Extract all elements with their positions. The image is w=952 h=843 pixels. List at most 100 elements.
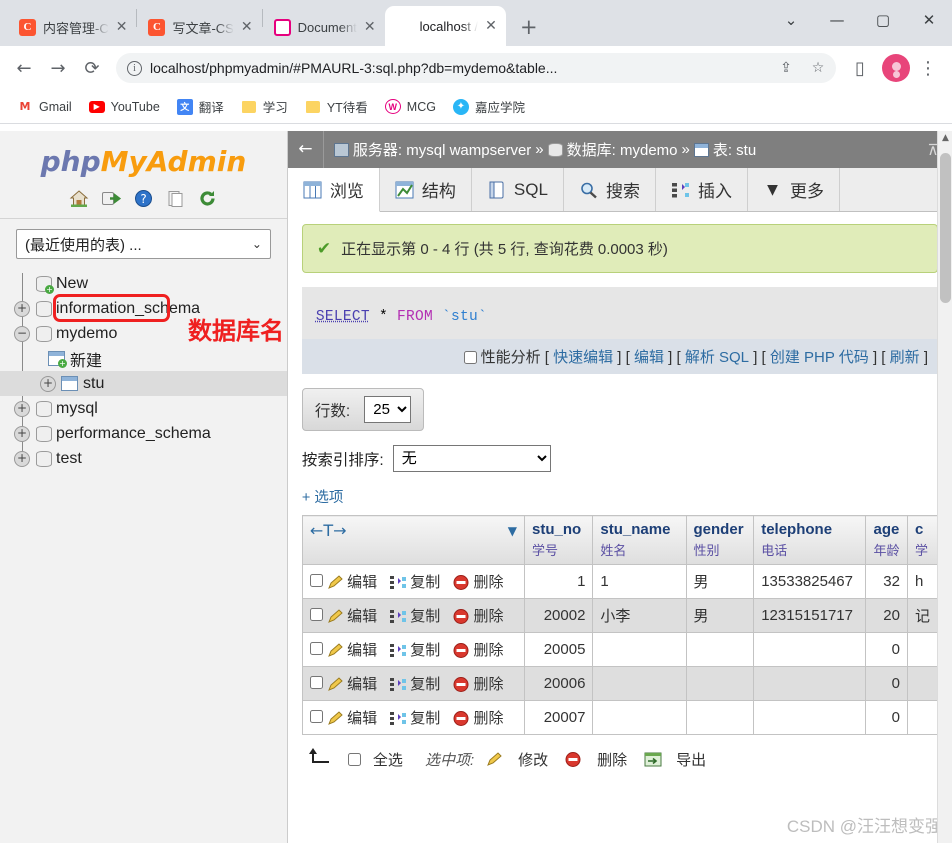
row-checkbox[interactable] (309, 608, 323, 621)
delete-link[interactable]: 删除 (473, 608, 503, 625)
tree-item-test[interactable]: + test (0, 446, 287, 471)
copy-link[interactable]: 复制 (410, 676, 440, 693)
th-telephone[interactable]: telephone 电话 (753, 515, 867, 565)
delete-link[interactable]: 删除 (473, 710, 503, 727)
edit-pencil-icon[interactable] (486, 751, 503, 767)
delete-icon[interactable] (453, 677, 470, 692)
delete-icon[interactable] (453, 575, 470, 590)
close-icon[interactable]: ✕ (485, 19, 497, 33)
home-icon[interactable] (69, 188, 90, 209)
link-inline-edit[interactable]: 快速编辑 (553, 349, 613, 366)
close-icon[interactable]: ✕ (364, 20, 376, 34)
th-age[interactable]: age 年龄 (865, 515, 908, 565)
link-explain-sql[interactable]: 解析 SQL (685, 349, 749, 366)
sort-index-select[interactable]: 无 (392, 445, 551, 472)
bookmark-folder-yt[interactable]: YT待看 (298, 94, 375, 119)
tab-more[interactable]: ▼ 更多 (748, 168, 840, 211)
link-create-php[interactable]: 创建 PHP 代码 (770, 349, 869, 366)
options-toggle[interactable]: + 选项 (302, 486, 938, 507)
avatar[interactable] (882, 54, 910, 82)
edit-link[interactable]: 编辑 (347, 676, 377, 693)
copy-link[interactable]: 复制 (410, 608, 440, 625)
export-link[interactable]: 导出 (676, 749, 706, 770)
bookmark-gmail[interactable]: M Gmail (10, 96, 79, 118)
browser-tab-4-active[interactable]: PMA localhost / ✕ (384, 6, 506, 46)
row-checkbox[interactable] (309, 676, 323, 689)
phpmyadmin-logo[interactable]: phpMyAdmin (0, 139, 287, 180)
bookmark-star-icon[interactable]: ☆ (806, 56, 830, 80)
sort-arrows[interactable]: ←T→ (310, 521, 347, 540)
tree-item-new-table[interactable]: + 新建 (0, 346, 287, 371)
link-refresh[interactable]: 刷新 (890, 349, 920, 366)
table-row[interactable]: 编辑 复制 删除 20007 0 (301, 700, 939, 735)
scroll-up-arrow-icon[interactable]: ▲ (938, 133, 952, 149)
bookmark-mcg[interactable]: W MCG (378, 96, 443, 117)
th-gender[interactable]: gender 性别 (685, 515, 755, 565)
tab-sql[interactable]: SQL (472, 168, 564, 211)
tree-item-performance-schema[interactable]: + performance_schema (0, 421, 287, 446)
table-row[interactable]: 编辑 复制 删除 20005 0 (301, 632, 939, 667)
close-icon[interactable]: ✕ (241, 20, 253, 34)
browser-tab-1[interactable]: C 内容管理-C ✕ (8, 8, 136, 46)
edit-pencil-icon[interactable] (327, 609, 344, 624)
copy-icon[interactable] (390, 643, 407, 658)
reload-icon[interactable] (197, 188, 218, 209)
expand-icon[interactable]: + (14, 425, 30, 442)
scrollbar-thumb[interactable] (940, 153, 951, 303)
edit-link[interactable]: 编辑 (347, 574, 377, 591)
link-edit[interactable]: 编辑 (634, 349, 664, 366)
row-checkbox[interactable] (309, 574, 323, 587)
table-row[interactable]: 编辑 复制 删除 20006 0 (301, 666, 939, 701)
copy-link[interactable]: 复制 (410, 642, 440, 659)
table-row[interactable]: 编辑 复制 删除 1 1 男 13533825467 32 h (301, 564, 939, 599)
browser-menu-icon[interactable]: ⋮ (912, 52, 944, 84)
recent-tables-select[interactable]: (最近使用的表) ... ⌄ (16, 229, 271, 259)
help-icon[interactable]: ? (133, 188, 154, 209)
maximize-button[interactable]: ▢ (860, 0, 906, 40)
close-window-button[interactable]: ✕ (906, 0, 952, 40)
change-link[interactable]: 修改 (518, 749, 548, 770)
check-all-checkbox[interactable] (347, 752, 361, 766)
expand-icon[interactable]: + (40, 375, 56, 392)
tab-browse[interactable]: 浏览 (287, 168, 380, 212)
browser-tab-2[interactable]: C 写文章-CS ✕ (137, 8, 261, 46)
browser-tab-3[interactable]: W Document ✕ (263, 8, 385, 46)
edit-pencil-icon[interactable] (327, 677, 344, 692)
delete-icon[interactable] (453, 711, 470, 726)
forward-icon[interactable]: → (42, 52, 74, 84)
copy-icon[interactable] (390, 609, 407, 624)
tab-insert[interactable]: 插入 (656, 168, 748, 211)
edit-pencil-icon[interactable] (327, 711, 344, 726)
new-tab-button[interactable]: + (514, 12, 544, 42)
expand-icon[interactable]: + (14, 450, 30, 467)
sql-query-text[interactable]: SELECT * FROM `stu` (316, 309, 924, 325)
site-info-icon[interactable]: i (127, 60, 142, 76)
row-checkbox[interactable] (309, 710, 323, 723)
reload-icon[interactable]: ⟳ (76, 52, 108, 84)
check-all-arrow-icon[interactable] (306, 747, 336, 771)
expand-icon[interactable]: + (14, 400, 30, 417)
logout-icon[interactable] (101, 188, 122, 209)
tree-item-stu[interactable]: + stu (0, 371, 287, 396)
tab-list-icon[interactable]: ⌄ (768, 0, 814, 40)
bookmark-translate[interactable]: 文 翻译 (170, 94, 231, 119)
breadcrumb-database[interactable]: 数据库: mydemo (567, 139, 678, 160)
content-scrollbar[interactable]: ▲ (937, 131, 952, 843)
delete-icon[interactable] (565, 751, 582, 767)
breadcrumb-server[interactable]: 服务器: mysql wampserver (353, 139, 531, 160)
bookmark-folder-study[interactable]: 学习 (234, 94, 295, 119)
copy-link[interactable]: 复制 (410, 710, 440, 727)
copy-link[interactable]: 复制 (410, 574, 440, 591)
collapse-icon[interactable]: − (14, 325, 30, 342)
edit-link[interactable]: 编辑 (347, 710, 377, 727)
minimize-button[interactable]: — (814, 0, 860, 40)
tab-search[interactable]: 搜索 (564, 168, 656, 211)
edit-link[interactable]: 编辑 (347, 608, 377, 625)
chevron-down-icon[interactable]: ▼ (508, 524, 517, 538)
th-stu-name[interactable]: stu_name 姓名 (592, 515, 687, 565)
tab-structure[interactable]: 结构 (380, 168, 472, 211)
address-bar[interactable]: i localhost/phpmyadmin/#PMAURL-3:sql.php… (116, 53, 836, 83)
delete-link[interactable]: 删除 (597, 749, 627, 770)
row-checkbox[interactable] (309, 642, 323, 655)
delete-icon[interactable] (453, 609, 470, 624)
